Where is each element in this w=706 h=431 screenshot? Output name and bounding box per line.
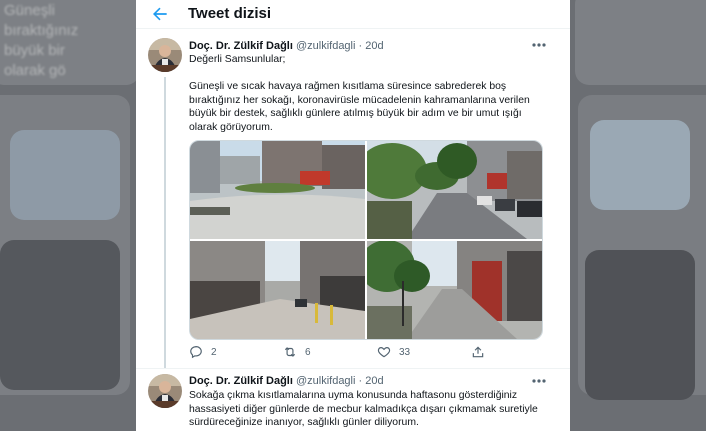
bg-text-4: olarak gö [4,62,66,79]
page-title: Tweet dizisi [188,5,272,22]
tweet[interactable]: Doç. Dr. Zülkif Dağlı @zulkifdagli · 20d… [136,368,570,431]
tweet-header: Doç. Dr. Zülkif Dağlı @zulkifdagli · 20d [189,40,384,52]
thread-line [164,77,166,369]
time-separator: · [358,375,363,387]
tweet-text-line: Değerli Samsunlular; [189,54,286,65]
photo-empty-square[interactable] [190,141,365,239]
heart-icon [377,347,391,358]
tweet-text-line: büyük bir destek, sağlıklı günlere atılm… [189,108,522,120]
tweet-text-line [189,67,549,81]
share-icon [472,346,484,358]
photo-shopping-street[interactable] [190,241,365,339]
reply-icon [190,346,202,359]
tweet-text-line: sürdüreceğinize inanıyor, sağlıklı günle… [189,417,419,429]
tweet-time[interactable]: 20d [365,40,383,52]
bg-text-1: Güneşli [4,2,55,19]
retweet-icon [284,347,296,357]
photo-grid[interactable] [189,140,543,340]
like-button[interactable]: 33 [377,345,410,359]
tweet-time[interactable]: 20d [365,375,383,387]
arrow-left-icon[interactable] [150,4,170,24]
author-name[interactable]: Doç. Dr. Zülkif Dağlı [189,375,293,387]
tweet-text: Değerli Samsunlular; Güneşli ve sıcak ha… [189,53,549,135]
time-separator: · [358,40,363,52]
photo-pedestrian-street[interactable] [367,241,542,339]
retweet-button[interactable]: 6 [283,345,311,359]
author-handle[interactable]: @zulkifdagli [296,40,355,52]
tweet-text: Sokağa çıkma kısıtlamalarına uyma konusu… [189,389,549,430]
tweet[interactable]: Doç. Dr. Zülkif Dağlı @zulkifdagli · 20d… [136,29,570,369]
tweet-text-line: Güneşli ve sıcak havaya rağmen kısıtlama… [189,81,507,93]
tweet-text-line: hassasiyeti diğer günlerde de mecbur kal… [189,403,538,415]
author-handle[interactable]: @zulkifdagli [296,375,355,387]
avatar[interactable] [148,374,182,408]
tweet-header: Doç. Dr. Zülkif Dağlı @zulkifdagli · 20d [189,375,384,387]
like-count: 33 [399,346,411,358]
share-button[interactable] [471,345,493,359]
bg-text-2: bıraktığınız [4,22,79,39]
more-options-icon[interactable] [532,43,546,47]
more-options-icon[interactable] [532,379,546,383]
reply-button[interactable]: 2 [189,345,217,359]
retweet-count: 6 [305,346,311,358]
avatar[interactable] [148,38,182,72]
tweet-text-line: olarak görüyorum. [189,121,273,133]
photo-empty-street[interactable] [367,141,542,239]
tweet-text-line: bıraktığınız her sokağı, koronavirüsle m… [189,94,530,106]
tweet-thread-panel: Tweet dizisi Doç. Dr. Zülkif Dağlı @zulk… [136,0,570,431]
tweet-actions: 2 6 33 [189,345,509,361]
tweet-text-line: Sokağa çıkma kısıtlamalarına uyma konusu… [189,390,518,401]
header-bar: Tweet dizisi [136,0,570,29]
reply-count: 2 [211,346,217,358]
author-name[interactable]: Doç. Dr. Zülkif Dağlı [189,40,293,52]
bg-text-3: büyük bir [4,42,65,59]
